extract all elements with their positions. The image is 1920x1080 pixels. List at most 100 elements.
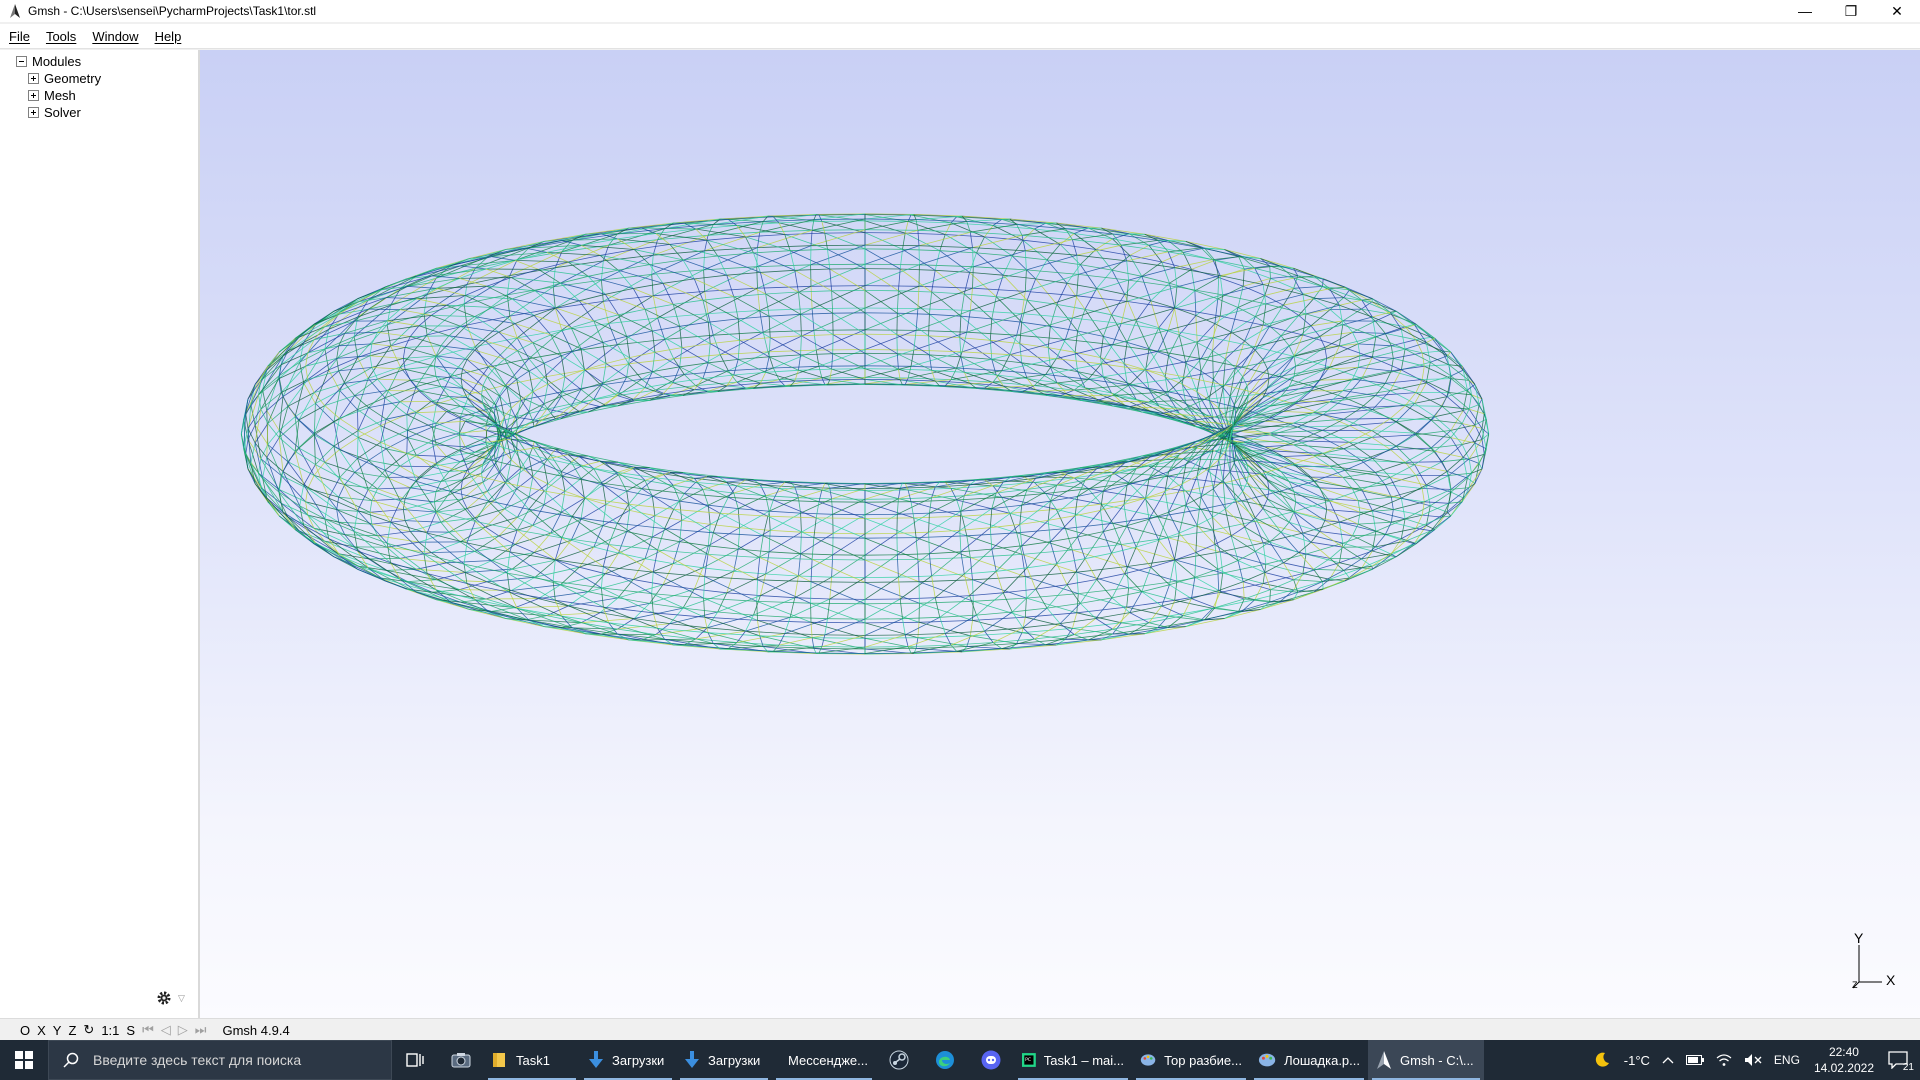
taskbar: Введите здесь текст для поиска Task1 Заг… bbox=[0, 1040, 1920, 1080]
folder-icon bbox=[493, 1053, 505, 1067]
gmsh-icon bbox=[1377, 1051, 1391, 1069]
mesh-edges bbox=[240, 213, 1490, 655]
next-step-button[interactable]: ▷ bbox=[178, 1022, 188, 1038]
edge-button[interactable] bbox=[922, 1040, 968, 1080]
edge-icon bbox=[936, 1051, 954, 1069]
battery-icon bbox=[1685, 1055, 1704, 1065]
wifi-icon bbox=[1716, 1054, 1732, 1066]
tree-label: Mesh bbox=[44, 88, 76, 103]
menu-file[interactable]: File bbox=[0, 29, 38, 44]
taskbar-app-label: Тор разбие... bbox=[1164, 1052, 1242, 1068]
tree-node-solver[interactable]: Solver bbox=[28, 105, 81, 120]
download-icon bbox=[589, 1051, 603, 1068]
scale-1-1-button[interactable]: 1:1 bbox=[101, 1023, 119, 1038]
start-button[interactable] bbox=[0, 1040, 48, 1080]
network-button[interactable] bbox=[1716, 1053, 1732, 1067]
gear-icon bbox=[157, 991, 171, 1005]
axis-x-label: X bbox=[1886, 972, 1896, 988]
notification-count: 21 bbox=[1902, 1062, 1914, 1073]
battery-button[interactable] bbox=[1685, 1055, 1704, 1065]
axes-indicator: Y X Z bbox=[1850, 930, 1900, 990]
volume-muted-icon bbox=[1744, 1054, 1762, 1066]
menu-help[interactable]: Help bbox=[147, 29, 190, 44]
task-view-button[interactable] bbox=[392, 1040, 438, 1080]
taskbar-app-pycharm[interactable]: PC Task1 – mai... bbox=[1014, 1040, 1132, 1080]
steam-button[interactable] bbox=[876, 1040, 922, 1080]
download-icon bbox=[685, 1051, 699, 1068]
restore-button[interactable]: ❐ bbox=[1828, 0, 1874, 22]
dropdown-arrow-icon: ▽ bbox=[178, 992, 185, 1003]
collapse-icon[interactable] bbox=[16, 56, 27, 67]
camera-icon bbox=[451, 1053, 471, 1068]
tree-node-mesh[interactable]: Mesh bbox=[28, 88, 76, 103]
taskbar-app-gmsh[interactable]: Gmsh - C:\... bbox=[1368, 1040, 1484, 1080]
system-tray: -1°C ENG 22:40 14.02.2022 21 bbox=[1588, 1040, 1920, 1080]
first-step-button[interactable]: ⏮ bbox=[142, 1022, 154, 1038]
view-origin-button[interactable]: O bbox=[20, 1023, 30, 1038]
taskbar-app-label: Загрузки bbox=[612, 1052, 665, 1068]
taskbar-app-downloads-2[interactable]: Загрузки bbox=[676, 1040, 772, 1080]
taskbar-app-messenger[interactable]: Мессендже... bbox=[772, 1040, 876, 1080]
taskbar-app-task1-folder[interactable]: Task1 bbox=[484, 1040, 580, 1080]
options-button[interactable]: ▽ bbox=[148, 986, 194, 1010]
minimize-button[interactable]: — bbox=[1782, 0, 1828, 22]
prev-step-button[interactable]: ◁ bbox=[161, 1022, 171, 1038]
steam-icon bbox=[889, 1050, 909, 1070]
weather-widget[interactable]: -1°C bbox=[1594, 1052, 1650, 1068]
status-bar: O X Y Z ↻ 1:1 S ⏮ ◁ ▷ ⏭ Gmsh 4.9.4 bbox=[0, 1018, 1920, 1041]
menu-bar: File Tools Window Help bbox=[0, 24, 1920, 49]
volume-button[interactable] bbox=[1744, 1053, 1762, 1067]
menu-window[interactable]: Window bbox=[84, 29, 146, 44]
torus-mesh-render bbox=[240, 213, 1490, 655]
chevron-up-icon bbox=[1662, 1057, 1674, 1064]
tree-label: Modules bbox=[32, 54, 82, 69]
taskbar-app-paint-1[interactable]: Тор разбие... bbox=[1132, 1040, 1250, 1080]
module-tree: Modules Geometry Mesh Solver bbox=[0, 50, 200, 1018]
tree-label: Geometry bbox=[44, 71, 102, 86]
clock-time: 22:40 bbox=[1828, 1045, 1859, 1059]
taskbar-app-label: Мессендже... bbox=[788, 1052, 868, 1068]
last-step-button[interactable]: ⏭ bbox=[195, 1022, 207, 1038]
window-title: Gmsh - C:\Users\sensei\PycharmProjects\T… bbox=[28, 4, 317, 18]
clock[interactable]: 22:40 14.02.2022 bbox=[1814, 1044, 1874, 1076]
show-hidden-icons-button[interactable] bbox=[1662, 1056, 1674, 1064]
expand-icon[interactable] bbox=[28, 73, 39, 84]
pycharm-icon: PC bbox=[1022, 1053, 1036, 1067]
gmsh-logo-icon bbox=[10, 4, 20, 18]
axis-y-label: Y bbox=[1854, 930, 1864, 946]
discord-button[interactable] bbox=[968, 1040, 1014, 1080]
taskbar-app-downloads-1[interactable]: Загрузки bbox=[580, 1040, 676, 1080]
title-bar: Gmsh - C:\Users\sensei\PycharmProjects\T… bbox=[0, 0, 1920, 22]
discord-icon bbox=[981, 1050, 1001, 1070]
tree-label: Solver bbox=[44, 105, 81, 120]
expand-icon[interactable] bbox=[28, 90, 39, 101]
version-label: Gmsh 4.9.4 bbox=[222, 1022, 290, 1038]
view-y-button[interactable]: Y bbox=[53, 1023, 62, 1038]
paint-icon bbox=[1140, 1054, 1156, 1066]
tree-node-geometry[interactable]: Geometry bbox=[28, 71, 101, 86]
taskbar-app-label: Task1 bbox=[516, 1052, 550, 1068]
language-indicator[interactable]: ENG bbox=[1774, 1053, 1800, 1067]
select-button[interactable]: S bbox=[126, 1023, 135, 1038]
close-button[interactable]: ✕ bbox=[1874, 0, 1920, 22]
axis-z-label: Z bbox=[1852, 980, 1858, 990]
graphics-viewport[interactable]: Y X Z bbox=[200, 50, 1920, 1018]
camera-app-button[interactable] bbox=[438, 1040, 484, 1080]
view-z-button[interactable]: Z bbox=[68, 1023, 76, 1038]
task-view-icon bbox=[406, 1053, 424, 1067]
taskbar-app-paint-2[interactable]: Лошадка.p... bbox=[1250, 1040, 1368, 1080]
moon-icon bbox=[1595, 1052, 1609, 1067]
clock-date: 14.02.2022 bbox=[1813, 1061, 1874, 1075]
rotate-button[interactable]: ↻ bbox=[83, 1022, 94, 1038]
taskbar-search[interactable]: Введите здесь текст для поиска bbox=[48, 1040, 392, 1080]
search-icon bbox=[63, 1052, 79, 1068]
taskbar-app-label: Лошадка.p... bbox=[1284, 1052, 1360, 1068]
taskbar-app-label: Gmsh - C:\... bbox=[1400, 1052, 1474, 1068]
expand-icon[interactable] bbox=[28, 107, 39, 118]
tree-node-modules[interactable]: Modules bbox=[16, 54, 81, 69]
menu-tools[interactable]: Tools bbox=[38, 29, 84, 44]
paint-icon bbox=[1258, 1053, 1276, 1067]
notifications-button[interactable]: 21 bbox=[1888, 1051, 1914, 1073]
view-x-button[interactable]: X bbox=[37, 1023, 46, 1038]
taskbar-app-label: Загрузки bbox=[708, 1052, 761, 1068]
